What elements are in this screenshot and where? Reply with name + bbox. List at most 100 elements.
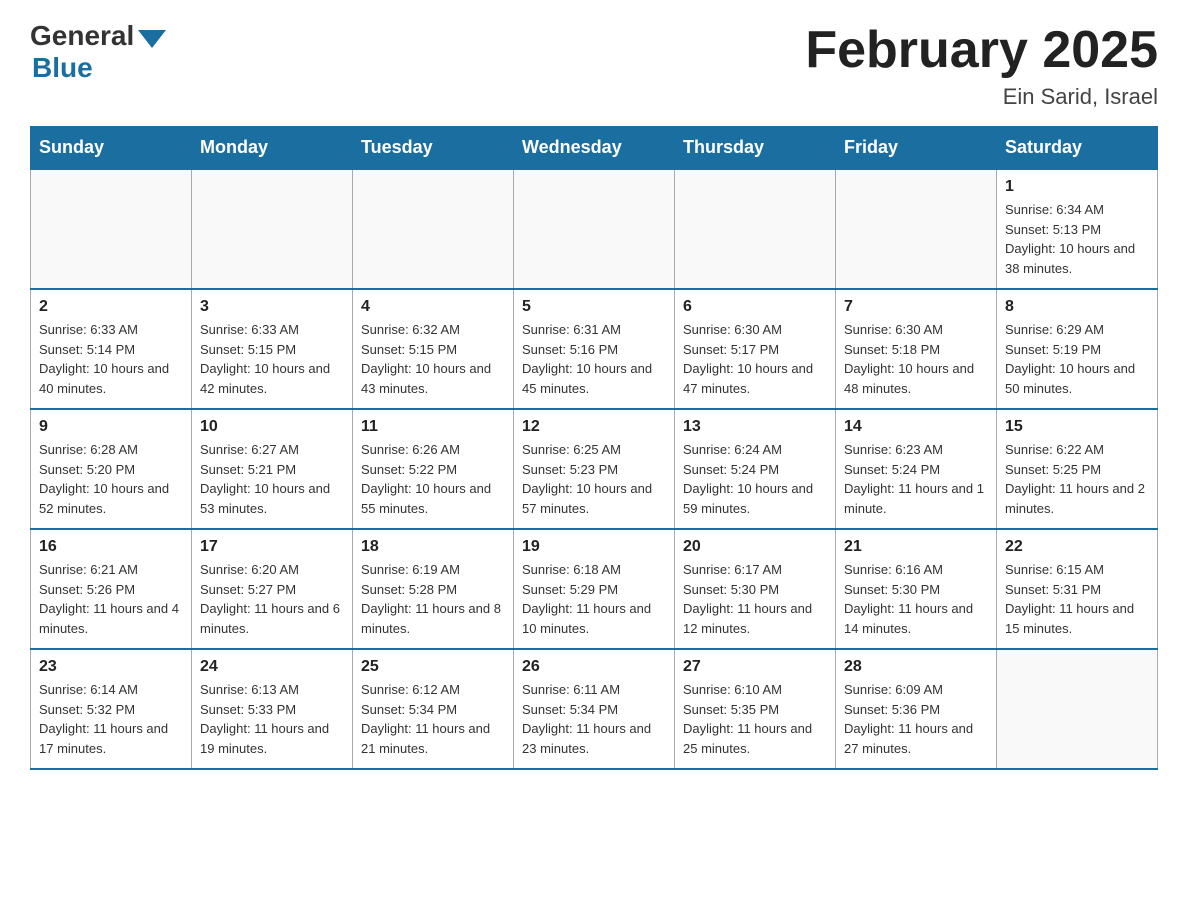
day-info-line: Sunset: 5:28 PM [361, 580, 505, 600]
day-info-line: Daylight: 11 hours and 21 minutes. [361, 719, 505, 758]
logo-arrow-icon [138, 30, 166, 48]
day-info-line: Daylight: 11 hours and 2 minutes. [1005, 479, 1149, 518]
day-info-line: Sunset: 5:33 PM [200, 700, 344, 720]
day-info-line: Sunset: 5:36 PM [844, 700, 988, 720]
calendar-day-cell: 17Sunrise: 6:20 AMSunset: 5:27 PMDayligh… [192, 529, 353, 649]
calendar-day-cell: 13 Sunrise: 6:24 AMSunset: 5:24 PMDayligh… [675, 409, 836, 529]
day-info: Sunrise: 6:10 AMSunset: 5:35 PMDaylight:… [683, 680, 827, 758]
day-info-line: Sunrise: 6:17 AM [683, 560, 827, 580]
day-number: 17 [200, 538, 344, 556]
day-info: Sunrise: 6:27 AMSunset: 5:21 PMDaylight:… [200, 440, 344, 518]
day-info-line: Daylight: 10 hours and 47 minutes. [683, 359, 827, 398]
day-number: 15 [1005, 418, 1149, 436]
calendar-day-cell [514, 169, 675, 289]
day-info-line: Sunrise: 6:26 AM [361, 440, 505, 460]
day-info-line: Sunset: 5:24 PM [844, 460, 988, 480]
day-number: 12 [522, 418, 666, 436]
logo-blue-text: Blue [32, 52, 93, 84]
day-info-line: Sunrise: 6:29 AM [1005, 320, 1149, 340]
calendar-week-row: 2Sunrise: 6:33 AMSunset: 5:14 PMDaylight… [31, 289, 1158, 409]
day-info: Sunrise: 6:32 AMSunset: 5:15 PMDaylight:… [361, 320, 505, 398]
day-info: Sunrise: 6:26 AMSunset: 5:22 PMDaylight:… [361, 440, 505, 518]
day-info-line: Sunset: 5:13 PM [1005, 220, 1149, 240]
day-number: 19 [522, 538, 666, 556]
day-info-line: Daylight: 10 hours and 57 minutes. [522, 479, 666, 518]
day-info: Sunrise: 6:11 AMSunset: 5:34 PMDaylight:… [522, 680, 666, 758]
calendar-day-cell [353, 169, 514, 289]
day-info-line: Daylight: 10 hours and 59 minutes. [683, 479, 827, 518]
day-info: Sunrise: 6:24 AMSunset: 5:24 PMDaylight:… [683, 440, 827, 518]
day-of-week-header: Thursday [675, 127, 836, 170]
day-info-line: Sunrise: 6:15 AM [1005, 560, 1149, 580]
calendar-week-row: 23Sunrise: 6:14 AMSunset: 5:32 PMDayligh… [31, 649, 1158, 769]
day-info: Sunrise: 6:34 AMSunset: 5:13 PMDaylight:… [1005, 200, 1149, 278]
day-info-line: Daylight: 10 hours and 55 minutes. [361, 479, 505, 518]
day-number: 23 [39, 658, 183, 676]
day-number: 22 [1005, 538, 1149, 556]
day-info-line: Sunset: 5:29 PM [522, 580, 666, 600]
day-info-line: Sunrise: 6:30 AM [844, 320, 988, 340]
day-info-line: Sunrise: 6:30 AM [683, 320, 827, 340]
calendar-day-cell: 24Sunrise: 6:13 AMSunset: 5:33 PMDayligh… [192, 649, 353, 769]
calendar-day-cell: 21Sunrise: 6:16 AMSunset: 5:30 PMDayligh… [836, 529, 997, 649]
title-block: February 2025 Ein Sarid, Israel [805, 20, 1158, 110]
day-info: Sunrise: 6:14 AMSunset: 5:32 PMDaylight:… [39, 680, 183, 758]
day-info: Sunrise: 6:25 AMSunset: 5:23 PMDaylight:… [522, 440, 666, 518]
calendar-day-cell: 20Sunrise: 6:17 AMSunset: 5:30 PMDayligh… [675, 529, 836, 649]
day-number: 18 [361, 538, 505, 556]
day-info-line: Sunrise: 6:31 AM [522, 320, 666, 340]
day-info-line: Sunrise: 6:14 AM [39, 680, 183, 700]
calendar-day-cell: 1Sunrise: 6:34 AMSunset: 5:13 PMDaylight… [997, 169, 1158, 289]
day-info-line: Daylight: 10 hours and 52 minutes. [39, 479, 183, 518]
calendar-day-cell: 2Sunrise: 6:33 AMSunset: 5:14 PMDaylight… [31, 289, 192, 409]
day-number: 16 [39, 538, 183, 556]
calendar-day-cell: 18 Sunrise: 6:19 AMSunset: 5:28 PMDayligh… [353, 529, 514, 649]
day-info-line: Daylight: 10 hours and 42 minutes. [200, 359, 344, 398]
day-info-line: Sunrise: 6:32 AM [361, 320, 505, 340]
logo: General Blue [30, 20, 166, 84]
day-number: 20 [683, 538, 827, 556]
day-info-line: Sunset: 5:22 PM [361, 460, 505, 480]
day-number: 21 [844, 538, 988, 556]
day-info-line: Sunset: 5:15 PM [200, 340, 344, 360]
day-info-line: Sunset: 5:34 PM [361, 700, 505, 720]
day-info-line: Sunset: 5:34 PM [522, 700, 666, 720]
day-number: 8 [1005, 298, 1149, 316]
day-info-line: Daylight: 11 hours and 8 minutes. [361, 599, 505, 638]
calendar-day-cell [675, 169, 836, 289]
day-info: Sunrise: 6:09 AMSunset: 5:36 PMDaylight:… [844, 680, 988, 758]
day-number: 13 [683, 418, 827, 436]
page-header: General Blue February 2025 Ein Sarid, Is… [30, 20, 1158, 110]
calendar-day-cell: 11Sunrise: 6:26 AMSunset: 5:22 PMDayligh… [353, 409, 514, 529]
calendar-day-cell [836, 169, 997, 289]
calendar-week-row: 9Sunrise: 6:28 AMSunset: 5:20 PMDaylight… [31, 409, 1158, 529]
day-info-line: Sunset: 5:26 PM [39, 580, 183, 600]
calendar-day-cell: 8Sunrise: 6:29 AMSunset: 5:19 PMDaylight… [997, 289, 1158, 409]
calendar-day-cell [192, 169, 353, 289]
day-info: Sunrise: 6:30 AMSunset: 5:17 PMDaylight:… [683, 320, 827, 398]
day-of-week-header: Friday [836, 127, 997, 170]
day-info-line: Daylight: 11 hours and 1 minute. [844, 479, 988, 518]
day-info-line: Sunset: 5:17 PM [683, 340, 827, 360]
calendar-day-cell: 22Sunrise: 6:15 AMSunset: 5:31 PMDayligh… [997, 529, 1158, 649]
day-info-line: Sunset: 5:35 PM [683, 700, 827, 720]
day-info-line: Sunset: 5:30 PM [683, 580, 827, 600]
day-number: 6 [683, 298, 827, 316]
day-info-line: Daylight: 10 hours and 53 minutes. [200, 479, 344, 518]
calendar-day-cell [997, 649, 1158, 769]
day-info: Sunrise: 6:30 AMSunset: 5:18 PMDaylight:… [844, 320, 988, 398]
calendar-day-cell: 25Sunrise: 6:12 AMSunset: 5:34 PMDayligh… [353, 649, 514, 769]
day-info-line: Daylight: 11 hours and 19 minutes. [200, 719, 344, 758]
day-info: Sunrise: 6:28 AMSunset: 5:20 PMDaylight:… [39, 440, 183, 518]
day-info-line: Daylight: 11 hours and 27 minutes. [844, 719, 988, 758]
day-info-line: Sunset: 5:16 PM [522, 340, 666, 360]
calendar-day-cell: 14Sunrise: 6:23 AMSunset: 5:24 PMDayligh… [836, 409, 997, 529]
day-info-line: Sunrise: 6:22 AM [1005, 440, 1149, 460]
day-info-line: Daylight: 10 hours and 38 minutes. [1005, 239, 1149, 278]
day-info-line: Sunset: 5:20 PM [39, 460, 183, 480]
day-info-line: Daylight: 11 hours and 23 minutes. [522, 719, 666, 758]
day-info-line: Sunrise: 6:13 AM [200, 680, 344, 700]
day-info-line: Sunset: 5:32 PM [39, 700, 183, 720]
day-number: 7 [844, 298, 988, 316]
day-info: Sunrise: 6:19 AMSunset: 5:28 PMDaylight:… [361, 560, 505, 638]
